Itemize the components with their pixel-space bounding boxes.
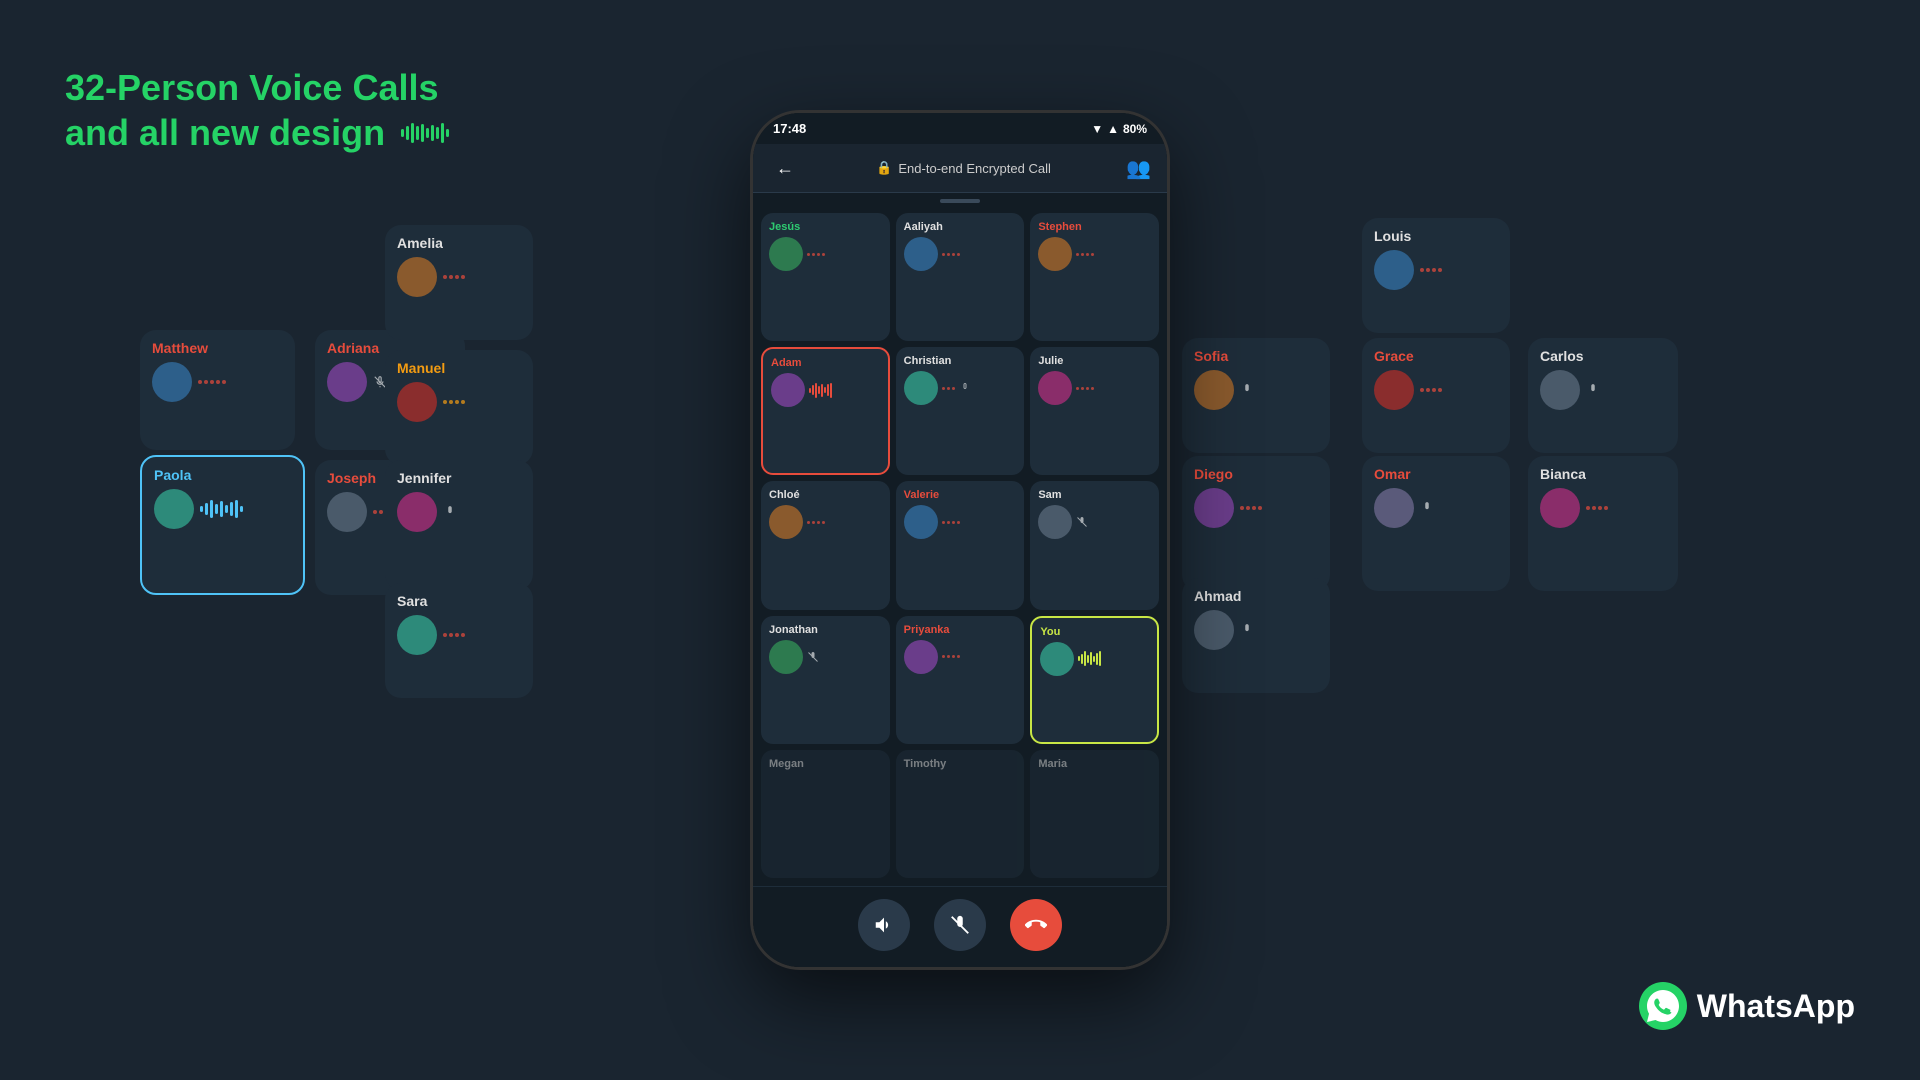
card-aaliyah: Aaliyah bbox=[896, 213, 1025, 341]
name-you: You bbox=[1040, 626, 1149, 638]
back-button[interactable]: ← bbox=[769, 152, 801, 184]
name-julie: Julie bbox=[1038, 355, 1151, 367]
bg-card-louis: Louis bbox=[1362, 218, 1510, 333]
name-adam: Adam bbox=[771, 357, 880, 369]
bg-name-matthew: Matthew bbox=[152, 340, 208, 356]
name-priyanka: Priyanka bbox=[904, 624, 1017, 636]
bg-name-grace: Grace bbox=[1374, 348, 1414, 364]
bg-name-joseph: Joseph bbox=[327, 470, 376, 486]
name-chloe: Chloé bbox=[769, 489, 882, 501]
mute-button[interactable] bbox=[934, 899, 986, 951]
headline: 32-Person Voice Calls and all new design bbox=[65, 65, 449, 155]
bg-name-amelia: Amelia bbox=[397, 235, 443, 251]
bg-card-sara: Sara bbox=[385, 583, 533, 698]
bg-name-louis: Louis bbox=[1374, 228, 1411, 244]
card-stephen: Stephen bbox=[1030, 213, 1159, 341]
add-participant-button[interactable]: 👥 bbox=[1126, 156, 1151, 181]
bg-card-amelia: Amelia bbox=[385, 225, 533, 340]
bg-card-paola: Paola bbox=[140, 455, 305, 595]
bg-name-manuel: Manuel bbox=[397, 360, 445, 376]
bg-card-ahmad: Ahmad bbox=[1182, 578, 1330, 693]
waveform-adam bbox=[809, 383, 832, 398]
bg-card-grace: Grace bbox=[1362, 338, 1510, 453]
mic-icon-jonathan bbox=[807, 651, 819, 663]
name-valerie: Valerie bbox=[904, 489, 1017, 501]
name-maria-partial: Maria bbox=[1038, 758, 1151, 770]
bg-name-diego: Diego bbox=[1194, 466, 1233, 482]
name-christian: Christian bbox=[904, 355, 1017, 367]
bg-card-omar: Omar bbox=[1362, 456, 1510, 591]
wifi-icon: ▲ bbox=[1107, 122, 1119, 136]
call-title-text: End-to-end Encrypted Call bbox=[898, 161, 1050, 176]
mic-icon-christian bbox=[959, 382, 971, 394]
bg-name-carlos: Carlos bbox=[1540, 348, 1584, 364]
bg-name-sara: Sara bbox=[397, 593, 427, 609]
headline-line2: and all new design bbox=[65, 110, 385, 155]
bg-name-bianca: Bianca bbox=[1540, 466, 1586, 482]
end-call-icon bbox=[1025, 914, 1047, 936]
bg-card-jennifer: Jennifer bbox=[385, 460, 533, 590]
bg-card-sofia: Sofia bbox=[1182, 338, 1330, 453]
name-sam: Sam bbox=[1038, 489, 1151, 501]
card-julie: Julie bbox=[1030, 347, 1159, 475]
battery: 80% bbox=[1123, 122, 1147, 136]
bg-name-ahmad: Ahmad bbox=[1194, 588, 1241, 604]
name-timothy-partial: Timothy bbox=[904, 758, 1017, 770]
bg-card-manuel: Manuel bbox=[385, 350, 533, 465]
card-megan-partial: Megan bbox=[761, 750, 890, 878]
lock-icon: 🔒 bbox=[876, 160, 892, 176]
card-jonathan: Jonathan bbox=[761, 616, 890, 744]
card-priyanka: Priyanka bbox=[896, 616, 1025, 744]
time: 17:48 bbox=[773, 121, 806, 136]
name-megan-partial: Megan bbox=[769, 758, 882, 770]
card-chloe: Chloé bbox=[761, 481, 890, 609]
call-controls bbox=[753, 886, 1167, 967]
card-maria-partial: Maria bbox=[1030, 750, 1159, 878]
name-jesus: Jesús bbox=[769, 221, 882, 233]
bg-name-sofia: Sofia bbox=[1194, 348, 1228, 364]
muted-icon-jennifer bbox=[443, 505, 457, 519]
card-adam: Adam bbox=[761, 347, 890, 475]
bg-card-matthew: Matthew bbox=[140, 330, 295, 450]
card-valerie: Valerie bbox=[896, 481, 1025, 609]
whatsapp-icon bbox=[1639, 982, 1687, 1030]
signal-icon: ▼ bbox=[1091, 122, 1103, 136]
bg-card-carlos: Carlos bbox=[1528, 338, 1678, 453]
muted-icon-carlos bbox=[1586, 383, 1600, 397]
bg-card-bianca: Bianca bbox=[1528, 456, 1678, 591]
phone-frame: 17:48 ▼ ▲ 80% ← 🔒 End-to-end Encrypted C… bbox=[750, 110, 1170, 970]
whatsapp-text: WhatsApp bbox=[1697, 988, 1855, 1025]
call-title: 🔒 End-to-end Encrypted Call bbox=[876, 160, 1051, 176]
participants-grid: Jesús Aaliyah Stephen bbox=[753, 205, 1167, 886]
waveform-you bbox=[1078, 651, 1101, 666]
speaker-icon bbox=[873, 914, 895, 936]
muted-icon-omar bbox=[1420, 501, 1434, 515]
whatsapp-logo: WhatsApp bbox=[1639, 982, 1855, 1030]
mic-icon-sam bbox=[1076, 516, 1088, 528]
bg-name-paola: Paola bbox=[154, 467, 191, 483]
end-call-button[interactable] bbox=[1010, 899, 1062, 951]
speaker-button[interactable] bbox=[858, 899, 910, 951]
bg-name-jennifer: Jennifer bbox=[397, 470, 451, 486]
headline-line1: 32-Person Voice Calls bbox=[65, 65, 449, 110]
mic-mute-icon bbox=[949, 914, 971, 936]
name-jonathan: Jonathan bbox=[769, 624, 882, 636]
waveform-paola bbox=[200, 499, 243, 519]
bg-name-omar: Omar bbox=[1374, 466, 1411, 482]
card-you: You bbox=[1030, 616, 1159, 744]
card-sam: Sam bbox=[1030, 481, 1159, 609]
bg-card-diego: Diego bbox=[1182, 456, 1330, 591]
name-aaliyah: Aaliyah bbox=[904, 221, 1017, 233]
name-stephen: Stephen bbox=[1038, 221, 1151, 233]
card-timothy-partial: Timothy bbox=[896, 750, 1025, 878]
waveform-decoration bbox=[401, 123, 449, 143]
card-christian: Christian bbox=[896, 347, 1025, 475]
call-header: ← 🔒 End-to-end Encrypted Call 👥 bbox=[753, 144, 1167, 193]
swipe-indicator bbox=[753, 193, 1167, 205]
bg-name-adriana: Adriana bbox=[327, 340, 379, 356]
status-bar: 17:48 ▼ ▲ 80% bbox=[753, 113, 1167, 144]
muted-icon-sofia bbox=[1240, 383, 1254, 397]
card-jesus: Jesús bbox=[761, 213, 890, 341]
muted-icon-ahmad bbox=[1240, 623, 1254, 637]
